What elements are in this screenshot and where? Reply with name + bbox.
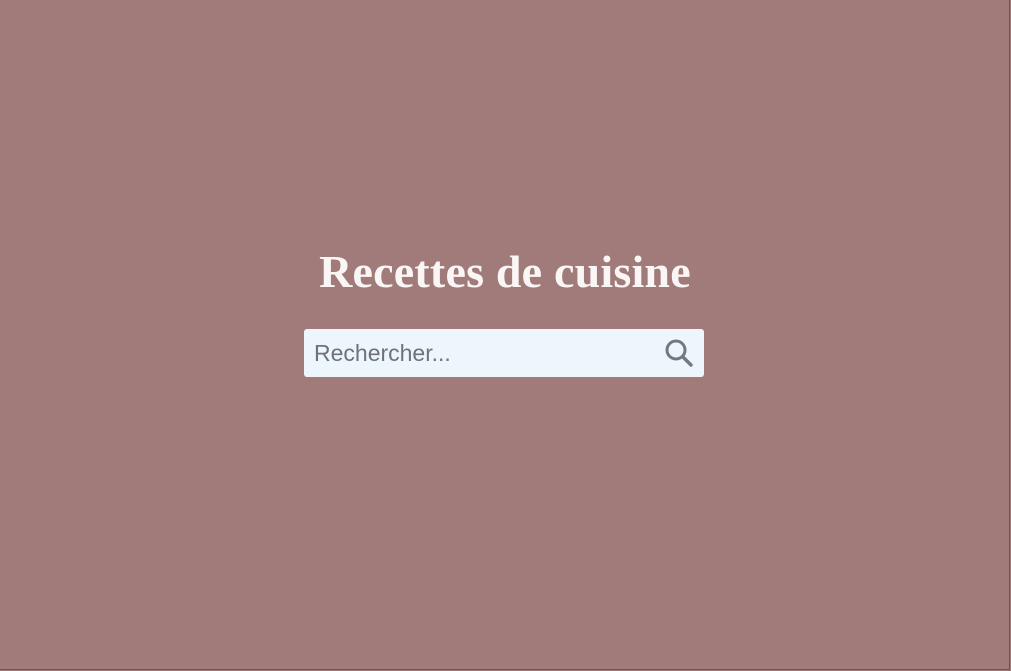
search-icon [665,339,693,367]
search-box [304,329,704,377]
search-button[interactable] [663,337,695,369]
hero-section: Recettes de cuisine [0,0,1010,670]
page: Recettes de cuisine [0,0,1010,670]
search-input[interactable] [304,329,644,377]
page-title: Recettes de cuisine [319,246,691,297]
